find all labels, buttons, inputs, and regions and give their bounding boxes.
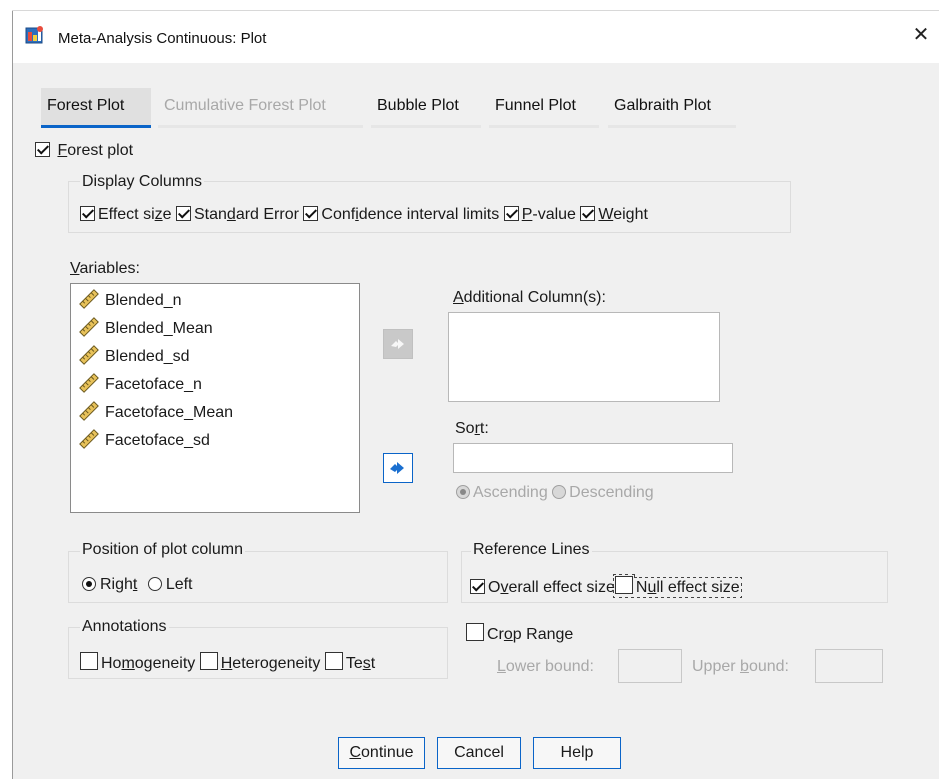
variables-label: Variables: — [70, 260, 140, 277]
close-icon[interactable]: ✕ — [910, 24, 932, 46]
position-title: Position of plot column — [80, 541, 245, 559]
arrow-right-icon — [391, 339, 404, 349]
tab-galbraith-plot[interactable]: Galbraith Plot — [608, 88, 736, 128]
cancel-button[interactable]: Cancel — [437, 737, 521, 769]
list-item[interactable]: Facetoface_n — [79, 372, 202, 398]
scale-ruler-icon — [79, 401, 99, 421]
homogeneity-checkbox[interactable]: Homogeneity — [80, 652, 195, 672]
scale-ruler-icon — [79, 289, 99, 309]
list-item[interactable]: Facetoface_Mean — [79, 400, 233, 426]
continue-button[interactable]: Continue — [338, 737, 425, 769]
overall-effect-size-checkbox[interactable]: Overall effect size — [470, 579, 615, 596]
move-to-sort-button[interactable] — [383, 453, 413, 483]
tab-funnel-plot[interactable]: Funnel Plot — [489, 88, 599, 128]
list-item[interactable]: Facetoface_sd — [79, 428, 210, 454]
spss-app-icon — [25, 26, 43, 44]
descending-radio: Descending — [552, 484, 654, 501]
additional-columns-label: Additional Column(s): — [453, 289, 606, 306]
ascending-radio: Ascending — [456, 484, 548, 501]
sort-label: Sort: — [455, 420, 489, 437]
scale-ruler-icon — [79, 317, 99, 337]
upper-bound-field — [815, 649, 883, 683]
confidence-interval-checkbox[interactable]: Confidence interval limits — [303, 206, 499, 223]
position-radios: Right Left — [82, 576, 193, 594]
effect-size-checkbox[interactable]: Effect size — [80, 206, 172, 223]
null-effect-size-checkbox[interactable]: Null effect size — [612, 576, 742, 598]
tab-bubble-plot[interactable]: Bubble Plot — [371, 88, 481, 128]
upper-bound-label: Upper bound: — [692, 658, 789, 675]
test-checkbox[interactable]: Test — [324, 652, 375, 672]
display-columns-title: Display Columns — [80, 173, 205, 191]
tab-cumulative-forest-plot: Cumulative Forest Plot — [158, 88, 363, 128]
window-title: Meta-Analysis Continuous: Plot — [58, 30, 267, 47]
list-item[interactable]: Blended_sd — [79, 344, 190, 370]
annotations-options: Homogeneity Heterogeneity Test — [80, 652, 375, 673]
additional-columns-listbox[interactable] — [448, 312, 720, 402]
crop-range-checkbox[interactable]: Crop Range — [466, 623, 573, 644]
lower-bound-label: Lower bound: — [497, 658, 594, 675]
variables-listbox[interactable]: Blended_n Blended_Mean Blended_sd Faceto… — [70, 283, 360, 513]
left-radio[interactable]: Left — [147, 576, 193, 593]
standard-error-checkbox[interactable]: Standard Error — [175, 206, 299, 223]
display-columns-options: Effect size Standard Error Confidence in… — [80, 206, 648, 224]
list-item[interactable]: Blended_Mean — [79, 316, 213, 342]
lower-bound-field — [618, 649, 682, 683]
help-button[interactable]: Help — [533, 737, 621, 769]
forest-plot-checkbox-box[interactable] — [35, 142, 50, 157]
reference-lines-title: Reference Lines — [471, 541, 592, 559]
reference-lines-options: Overall effect size Null effect size — [470, 576, 742, 598]
right-radio[interactable]: Right — [82, 576, 137, 593]
heterogeneity-checkbox[interactable]: Heterogeneity — [199, 652, 320, 672]
scale-ruler-icon — [79, 345, 99, 365]
annotations-title: Annotations — [80, 618, 169, 636]
weight-checkbox[interactable]: Weight — [580, 206, 648, 223]
sort-order-radios: Ascending Descending — [456, 484, 654, 502]
list-item[interactable]: Blended_n — [79, 288, 182, 314]
arrow-right-icon — [390, 462, 404, 474]
p-value-checkbox[interactable]: P-value — [503, 206, 576, 223]
scale-ruler-icon — [79, 373, 99, 393]
forest-plot-checkbox[interactable]: Forest plot — [35, 142, 133, 160]
scale-ruler-icon — [79, 429, 99, 449]
sort-field[interactable] — [453, 443, 733, 473]
tab-forest-plot[interactable]: Forest Plot — [41, 88, 151, 128]
move-to-additional-columns-button — [383, 329, 413, 359]
